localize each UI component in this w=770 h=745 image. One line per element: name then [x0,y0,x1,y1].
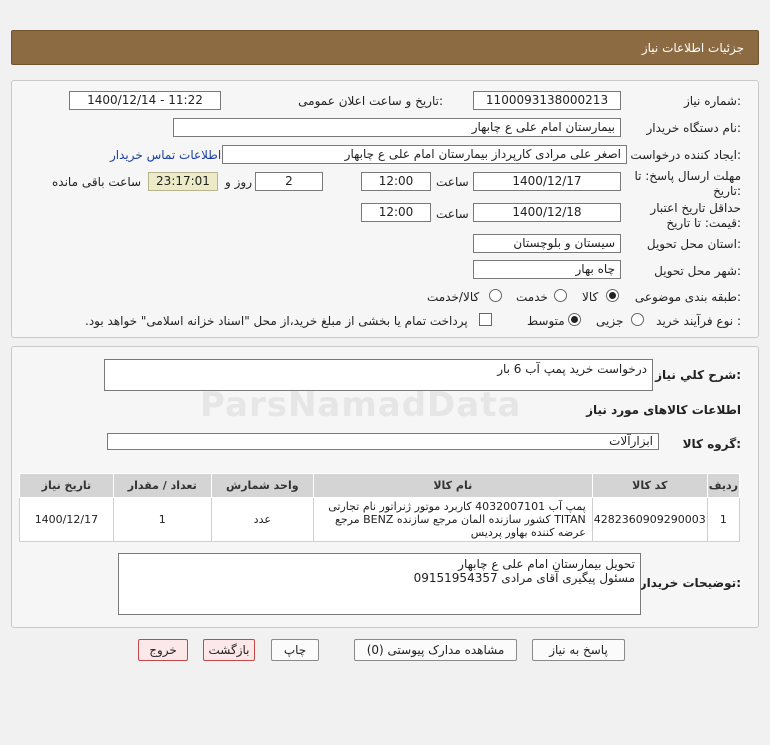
summary-field: درخواست خرید پمپ آب 6 بار [104,359,653,391]
need-number-label: شماره نیاز: [683,94,741,108]
page-title: جزئیات اطلاعات نیاز [641,41,744,55]
need-number-field: 1100093138000213 [473,91,621,110]
goods-table: ردیف کد کالا نام کالا واحد شمارش تعداد /… [19,473,741,542]
treasury-payment-checkbox[interactable] [479,313,492,326]
process-radio-minor[interactable] [631,313,644,326]
col-name: نام کالا [312,473,593,498]
cell-unit: عدد [210,497,314,542]
category-radio-goods[interactable] [606,289,619,302]
process-radio-medium[interactable] [568,313,581,326]
goods-group-label: گروه کالا: [682,437,741,451]
attachments-button[interactable]: مشاهده مدارک پیوستی (0) [354,639,517,661]
validity-time-label: ساعت [436,207,469,221]
city-field: چاه بهار [473,260,621,279]
requester-field: اصغر علی مرادی کارپرداز بیمارستان امام ع… [222,145,627,164]
table-row: 1 4282360909290003 پمپ آب 4032007101 کار… [19,497,741,542]
days-label: روز و [225,175,252,189]
table-header-row: ردیف کد کالا نام کالا واحد شمارش تعداد /… [19,473,741,498]
category-radio-goods-service[interactable] [489,289,502,302]
remaining-label: ساعت باقی مانده [52,175,142,189]
process-option-medium: متوسط [527,314,565,328]
buyer-org-label: نام دستگاه خریدار: [646,121,742,135]
cell-name: پمپ آب 4032007101 کاربرد موتور ژنراتور ن… [312,497,593,542]
col-qty: تعداد / مقدار [112,473,212,498]
city-label: شهر محل تحویل: [654,264,741,278]
deadline-label: مهلت ارسال پاسخ: تا تاریخ: [634,169,741,198]
goods-section-title: اطلاعات کالاهای مورد نیاز [586,403,741,417]
col-date: تاریخ نیاز [19,473,114,498]
cell-row: 1 [706,497,741,542]
province-label: استان محل تحویل: [646,237,741,251]
cell-qty: 1 [112,497,212,542]
category-radio-service[interactable] [554,289,567,302]
category-option-goods-service: کالا/خدمت [427,290,480,304]
announce-field: 1400/12/14 - 11:22 [69,91,221,110]
process-label: نوع فرآیند خرید : [656,314,741,328]
exit-button[interactable]: خروج [138,639,188,661]
requester-label: ایجاد کننده درخواست: [630,148,741,162]
col-unit: واحد شمارش [210,473,314,498]
cell-date: 1400/12/17 [19,497,114,542]
deadline-time-label: ساعت [436,175,469,189]
validity-label: حداقل تاریخ اعتبار قیمت: تا تاریخ: [650,201,741,230]
countdown-timer: 23:17:01 [148,172,218,191]
buyer-notes-field: تحویل بیمارستان امام علی ع چابهار مسئول … [118,553,641,615]
validity-date-field: 1400/12/18 [473,203,621,222]
deadline-time-field: 12:00 [361,172,431,191]
deadline-date-field: 1400/12/17 [473,172,621,191]
col-code: کد کالا [591,473,708,498]
province-field: سیستان و بلوچستان [473,234,621,253]
col-row: ردیف [706,473,741,498]
back-button[interactable]: بازگشت [203,639,255,661]
category-option-goods: کالا [582,290,599,304]
print-button[interactable]: چاپ [271,639,319,661]
category-label: طبقه بندی موضوعی: [634,290,741,304]
buyer-notes-line-1: تحویل بیمارستان امام علی ع چابهار [458,557,635,571]
buyer-contact-link[interactable]: اطلاعات تماس خریدار [110,148,221,162]
cell-code: 4282360909290003 [591,497,708,542]
buyer-notes-line-2: مسئول پیگیری آقای مرادی 09151954357 [413,571,635,585]
treasury-payment-note: پرداخت تمام یا بخشی از مبلغ خرید،از محل … [85,314,468,328]
category-option-service: خدمت [516,290,548,304]
reply-button[interactable]: پاسخ به نیاز [532,639,625,661]
buyer-org-field: بیمارستان امام علی ع چابهار [173,118,621,137]
summary-label: شرح کلي نياز: [655,368,741,382]
announce-label: تاریخ و ساعت اعلان عمومی: [298,94,443,108]
buyer-notes-label: توضیحات خریدار: [639,576,741,590]
validity-time-field: 12:00 [361,203,431,222]
days-field: 2 [255,172,323,191]
page-header: جزئیات اطلاعات نیاز [11,30,759,65]
process-option-minor: جزیی [596,314,624,328]
goods-group-field: ابزارآلات [107,433,659,450]
